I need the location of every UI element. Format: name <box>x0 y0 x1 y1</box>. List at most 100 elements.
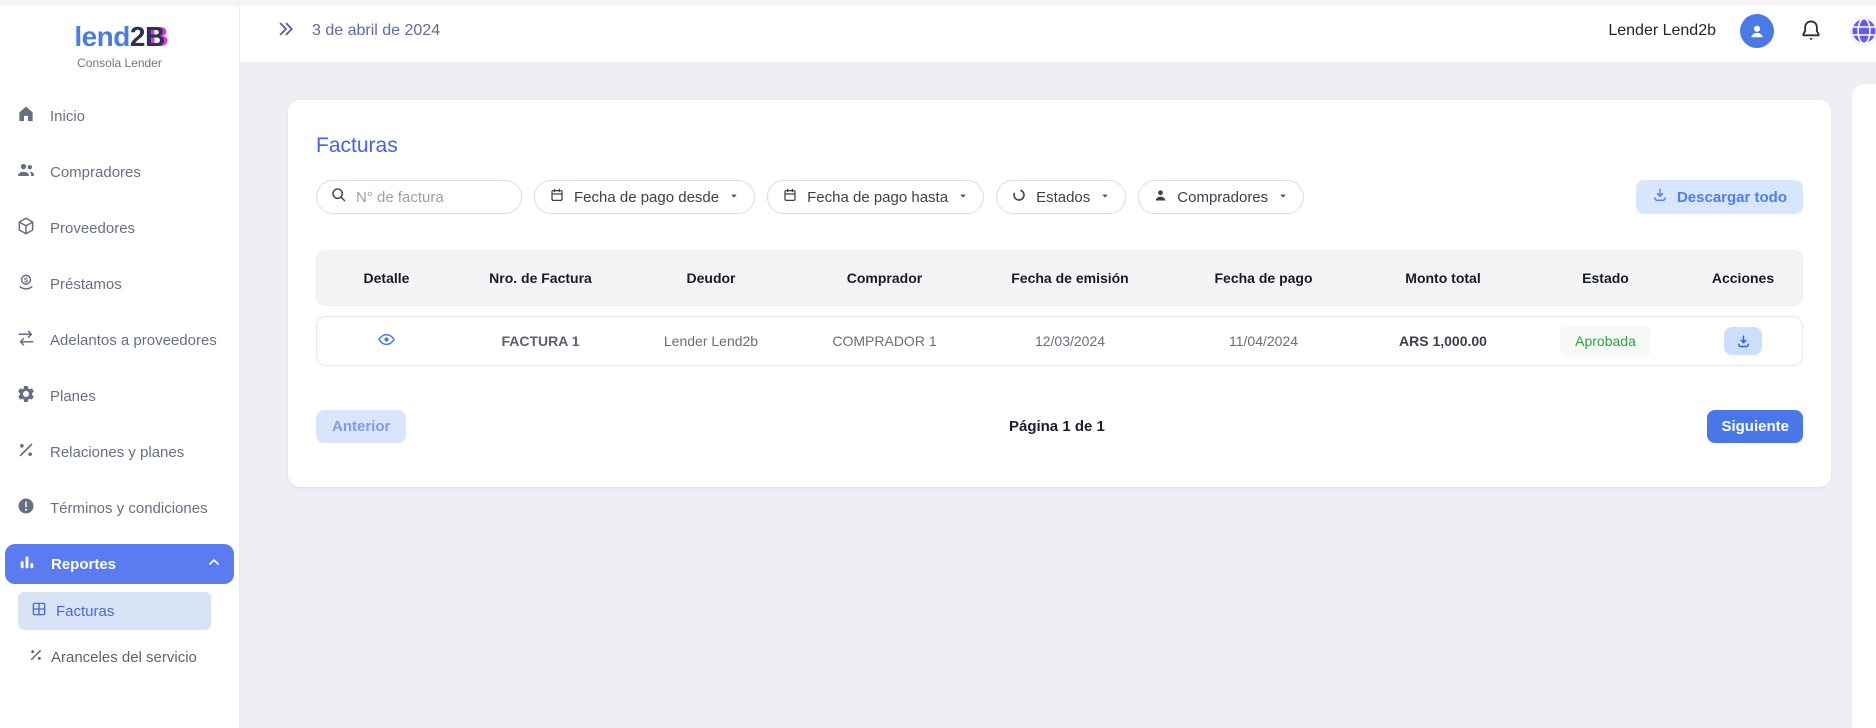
brand-subtitle: Consola Lender <box>0 56 239 71</box>
sidebar-item-label: Reportes <box>51 556 116 573</box>
sidebar-item-reportes[interactable]: Reportes <box>5 544 234 584</box>
swap-arrows-icon <box>16 328 36 352</box>
sidebar-subitem-label: Facturas <box>56 603 114 620</box>
download-all-label: Descargar todo <box>1677 189 1787 206</box>
column-acciones: Acciones <box>1684 270 1802 286</box>
percent-icon <box>16 440 36 464</box>
home-icon <box>16 104 36 128</box>
notifications-bell-icon[interactable] <box>1798 18 1824 44</box>
view-detail-eye-icon[interactable] <box>377 330 396 349</box>
column-nro-factura: Nro. de Factura <box>456 270 625 286</box>
sidebar-expand-icon[interactable] <box>276 19 296 44</box>
sidebar-item-adelantos[interactable]: Adelantos a proveedores <box>0 312 239 368</box>
page-info: Página 1 de 1 <box>1009 418 1105 435</box>
coin-icon: $ <box>16 272 36 296</box>
search-icon <box>330 186 347 208</box>
cell-issue-date: 12/03/2024 <box>972 333 1168 349</box>
filter-label: Compradores <box>1177 189 1268 206</box>
calendar-icon <box>782 187 798 207</box>
pagination: Anterior Página 1 de 1 Siguiente <box>316 410 1803 443</box>
download-icon <box>1652 187 1668 207</box>
scrollbar-track[interactable] <box>1852 84 1876 728</box>
sidebar-item-proveedores[interactable]: Proveedores <box>0 200 239 256</box>
sidebar-item-label: Relaciones y planes <box>50 444 184 461</box>
caret-down-icon <box>728 189 740 206</box>
invoice-search-input[interactable] <box>356 189 508 206</box>
download-icon <box>1736 334 1751 349</box>
date-from-filter-button[interactable]: Fecha de pago desde <box>534 180 755 214</box>
sidebar-item-label: Términos y condiciones <box>50 500 208 517</box>
sidebar-item-prestamos[interactable]: $ Préstamos <box>0 256 239 312</box>
table-header: Detalle Nro. de Factura Deudor Comprador… <box>316 250 1803 306</box>
sidebar-item-label: Préstamos <box>50 276 122 293</box>
sidebar-subitem-label: Aranceles del servicio <box>51 649 197 666</box>
sidebar-item-label: Inicio <box>50 108 85 125</box>
alert-circle-icon <box>16 496 36 520</box>
gear-icon <box>16 384 36 408</box>
language-globe-icon[interactable] <box>1848 15 1876 47</box>
table-row: FACTURA 1 Lender Lend2b COMPRADOR 1 12/0… <box>316 316 1803 366</box>
bar-chart-icon <box>17 552 37 576</box>
column-estado: Estado <box>1527 270 1684 286</box>
column-comprador: Comprador <box>797 270 972 286</box>
cell-invoice-number: FACTURA 1 <box>456 333 625 349</box>
status-ring-icon <box>1011 187 1027 207</box>
caret-down-icon <box>1099 189 1111 206</box>
filter-label: Fecha de pago desde <box>574 189 719 206</box>
sidebar-item-label: Adelantos a proveedores <box>50 332 217 349</box>
filter-label: Fecha de pago hasta <box>807 189 948 206</box>
sidebar-item-label: Compradores <box>50 164 141 181</box>
next-page-button[interactable]: Siguiente <box>1707 410 1803 443</box>
logo-text-b: B <box>145 21 165 52</box>
sidebar: lend2B Consola Lender Inicio Compradores… <box>0 0 240 728</box>
brand-logo: lend2B Consola Lender <box>0 0 239 71</box>
column-monto-total: Monto total <box>1359 270 1527 286</box>
sidebar-subitem-facturas[interactable]: Facturas <box>18 592 211 630</box>
download-all-button[interactable]: Descargar todo <box>1636 180 1803 214</box>
main-content: Facturas Fecha de pago desde Fecha de pa… <box>240 62 1876 728</box>
svg-text:$: $ <box>24 276 28 284</box>
status-badge: Aprobada <box>1560 326 1651 356</box>
invoice-search-box <box>316 180 522 214</box>
column-fecha-emision: Fecha de emisión <box>972 270 1168 286</box>
date-to-filter-button[interactable]: Fecha de pago hasta <box>767 180 984 214</box>
topbar: 3 de abril de 2024 Lender Lend2b <box>240 0 1876 62</box>
column-deudor: Deudor <box>625 270 797 286</box>
package-icon <box>16 216 36 240</box>
logo-text-2: 2 <box>130 21 145 52</box>
column-detalle: Detalle <box>317 270 456 286</box>
column-fecha-pago: Fecha de pago <box>1168 270 1359 286</box>
user-avatar[interactable] <box>1740 14 1774 48</box>
calendar-icon <box>549 187 565 207</box>
sidebar-item-relaciones[interactable]: Relaciones y planes <box>0 424 239 480</box>
filters-row: Fecha de pago desde Fecha de pago hasta … <box>316 180 1803 214</box>
people-icon <box>16 160 36 184</box>
chevron-up-icon <box>206 554 222 574</box>
cell-pay-date: 11/04/2024 <box>1168 333 1359 349</box>
current-date: 3 de abril de 2024 <box>312 22 440 40</box>
logo-text-lend: lend <box>74 21 130 52</box>
user-name: Lender Lend2b <box>1608 22 1716 40</box>
previous-page-button[interactable]: Anterior <box>316 410 406 443</box>
sidebar-item-inicio[interactable]: Inicio <box>0 88 239 144</box>
row-download-button[interactable] <box>1724 327 1762 355</box>
sidebar-item-planes[interactable]: Planes <box>0 368 239 424</box>
states-filter-button[interactable]: Estados <box>996 180 1126 214</box>
filter-label: Estados <box>1036 189 1090 206</box>
top-accent-strip <box>0 0 1876 6</box>
sidebar-nav: Inicio Compradores Proveedores $ Préstam… <box>0 88 239 676</box>
sidebar-item-compradores[interactable]: Compradores <box>0 144 239 200</box>
buyers-filter-button[interactable]: Compradores <box>1138 180 1304 214</box>
caret-down-icon <box>957 189 969 206</box>
sidebar-subitem-aranceles[interactable]: Aranceles del servicio <box>28 638 239 676</box>
sidebar-item-terminos[interactable]: Términos y condiciones <box>0 480 239 536</box>
person-icon <box>1747 21 1767 41</box>
sidebar-item-label: Proveedores <box>50 220 135 237</box>
cell-amount: ARS 1,000.00 <box>1359 333 1527 349</box>
facturas-card: Facturas Fecha de pago desde Fecha de pa… <box>288 100 1831 487</box>
page-title: Facturas <box>316 134 1803 158</box>
person-icon <box>1153 188 1168 207</box>
cell-debtor: Lender Lend2b <box>625 333 797 349</box>
grid-icon <box>30 600 48 622</box>
cell-buyer: COMPRADOR 1 <box>797 333 972 349</box>
